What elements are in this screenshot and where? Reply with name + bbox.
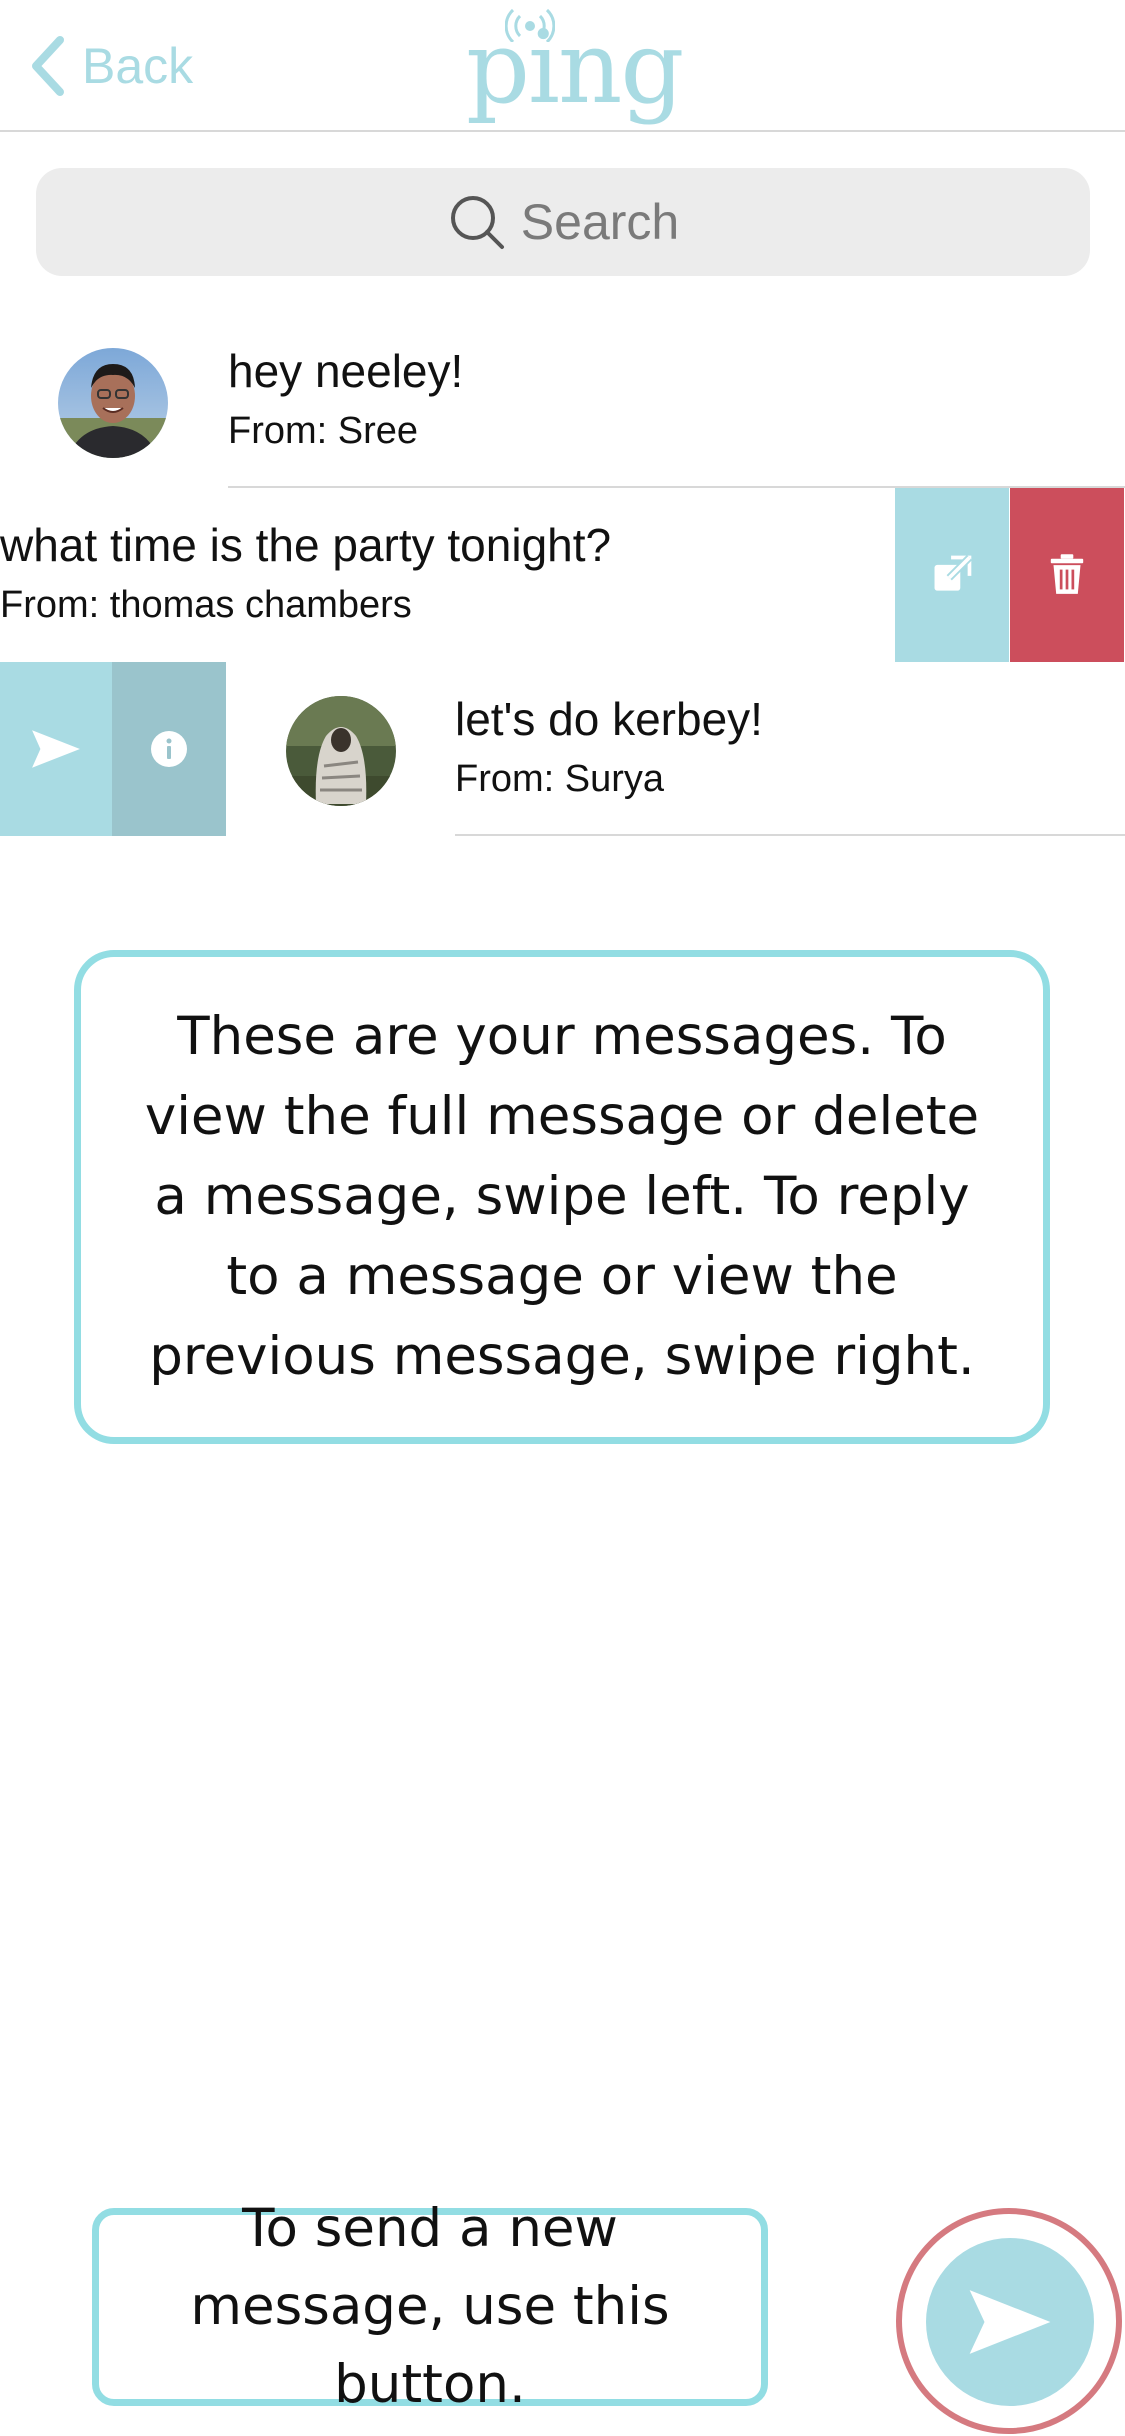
chevron-left-icon bbox=[32, 36, 64, 96]
header: Back ping bbox=[0, 0, 1125, 132]
message-title: let's do kerbey! bbox=[455, 693, 763, 745]
send-icon bbox=[969, 2290, 1051, 2354]
message-row-swiped-left[interactable]: what time is the party tonight? From: th… bbox=[0, 488, 1125, 662]
back-button[interactable]: Back bbox=[28, 32, 193, 100]
row-divider bbox=[455, 834, 1125, 836]
app-logo: ping bbox=[460, 4, 684, 132]
logo-text: ping bbox=[466, 9, 684, 126]
info-icon bbox=[151, 731, 187, 767]
message-content[interactable]: what time is the party tonight? From: th… bbox=[0, 488, 895, 662]
compose-new-message-button[interactable] bbox=[926, 2238, 1094, 2406]
delete-button[interactable] bbox=[1010, 488, 1124, 662]
trash-icon bbox=[1050, 554, 1084, 594]
reply-button[interactable] bbox=[0, 662, 112, 836]
message-content[interactable]: let's do kerbey! From: Surya bbox=[226, 662, 1125, 836]
message-row[interactable]: hey neeley! From: Sree bbox=[0, 314, 1125, 488]
message-row-swiped-right[interactable]: let's do kerbey! From: Surya bbox=[0, 662, 1125, 836]
messages-tutorial-callout: These are your messages. To view the ful… bbox=[74, 950, 1050, 1444]
messages-tutorial-text: These are your messages. To view the ful… bbox=[144, 1006, 980, 1387]
message-content[interactable]: hey neeley! From: Sree bbox=[0, 314, 1125, 488]
avatar bbox=[58, 348, 168, 458]
message-title: what time is the party tonight? bbox=[0, 519, 612, 571]
message-title: hey neeley! bbox=[228, 345, 464, 397]
compose-tutorial-callout: To send a new message, use this button. bbox=[92, 2198, 768, 2415]
message-sender: From: Surya bbox=[455, 758, 665, 800]
avatar bbox=[286, 696, 396, 806]
info-button[interactable] bbox=[112, 662, 226, 836]
message-sender: From: thomas chambers bbox=[0, 584, 412, 626]
back-label: Back bbox=[82, 38, 194, 94]
compose-tutorial-text: To send a new message, use this button. bbox=[190, 2198, 670, 2415]
search-icon bbox=[450, 196, 504, 249]
message-sender: From: Sree bbox=[228, 410, 419, 452]
open-full-message-button[interactable] bbox=[895, 488, 1009, 662]
search-placeholder: Search bbox=[520, 194, 680, 250]
send-icon bbox=[32, 730, 80, 768]
external-link-icon bbox=[934, 554, 973, 591]
search-input[interactable]: Search bbox=[36, 168, 1090, 276]
